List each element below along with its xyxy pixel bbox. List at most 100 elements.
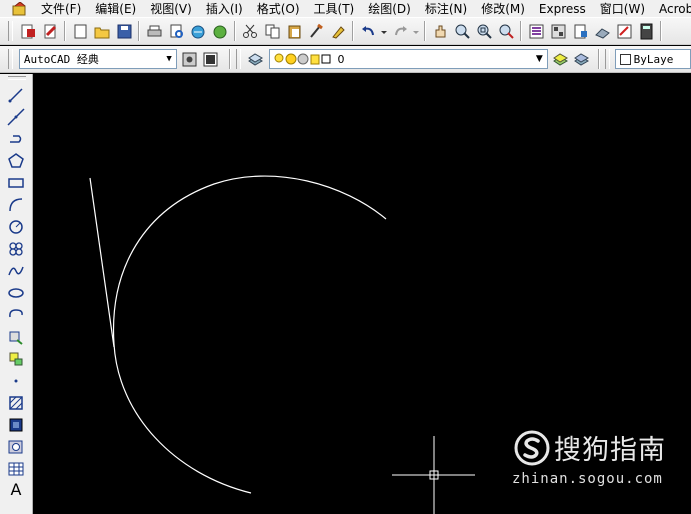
sheet-set-icon[interactable] bbox=[592, 21, 612, 41]
menu-draw[interactable]: 绘图(D) bbox=[361, 1, 418, 17]
plot-preview-icon[interactable] bbox=[166, 21, 186, 41]
calculator-icon[interactable] bbox=[636, 21, 656, 41]
menu-view[interactable]: 视图(V) bbox=[143, 1, 199, 17]
standard-toolbar bbox=[0, 17, 691, 45]
layer-state-icons bbox=[274, 53, 331, 65]
gradient-tool-icon[interactable] bbox=[6, 415, 26, 435]
color-control-dropdown[interactable]: ByLaye bbox=[614, 49, 691, 69]
toolbar-separator bbox=[597, 49, 600, 69]
table-tool-icon[interactable] bbox=[6, 459, 26, 479]
zoom-realtime-icon[interactable] bbox=[452, 21, 472, 41]
convert-pdf-icon[interactable] bbox=[18, 21, 38, 41]
publish-icon[interactable] bbox=[188, 21, 208, 41]
menu-modify[interactable]: 修改(M) bbox=[474, 1, 532, 17]
toolbar-grip[interactable] bbox=[8, 49, 13, 69]
ellipse-arc-tool-icon[interactable] bbox=[6, 305, 26, 325]
color-value: ByLaye bbox=[633, 52, 674, 66]
menu-bar: 文件(F) 编辑(E) 视图(V) 插入(I) 格式(O) 工具(T) 绘图(D… bbox=[0, 0, 691, 17]
redo-icon[interactable] bbox=[390, 21, 410, 41]
revision-cloud-icon[interactable] bbox=[6, 239, 26, 259]
toolbar-separator bbox=[352, 21, 354, 41]
properties-icon[interactable] bbox=[526, 21, 546, 41]
crosshair-cursor bbox=[392, 436, 475, 514]
pdf-settings-icon[interactable] bbox=[40, 21, 60, 41]
print-icon[interactable] bbox=[144, 21, 164, 41]
toolbar-separator bbox=[660, 21, 662, 41]
paste-icon[interactable] bbox=[284, 21, 304, 41]
toolbar-grip[interactable] bbox=[235, 49, 241, 69]
new-file-icon[interactable] bbox=[70, 21, 90, 41]
workspace-settings-icon[interactable] bbox=[180, 49, 199, 69]
menu-tools[interactable]: 工具(T) bbox=[307, 1, 362, 17]
workspace-value: AutoCAD 经典 bbox=[23, 53, 99, 66]
block-editor-icon[interactable] bbox=[328, 21, 348, 41]
color-swatch bbox=[619, 53, 631, 65]
menu-acrobat[interactable]: Acrobat 标 bbox=[652, 1, 691, 17]
undo-icon[interactable] bbox=[358, 21, 378, 41]
make-current-layer-icon[interactable] bbox=[551, 49, 570, 69]
region-tool-icon[interactable] bbox=[6, 437, 26, 457]
polygon-tool-icon[interactable] bbox=[6, 151, 26, 171]
toolbar-separator bbox=[228, 49, 231, 69]
toolbar-separator bbox=[64, 21, 66, 41]
ellipse-tool-icon[interactable] bbox=[6, 283, 26, 303]
layer-dropdown[interactable]: 0 ▼ bbox=[268, 49, 548, 69]
drawn-arc[interactable] bbox=[112, 175, 387, 494]
menu-express[interactable]: Express bbox=[532, 1, 593, 17]
undo-dropdown-icon[interactable] bbox=[380, 21, 388, 41]
multiline-text-tool[interactable]: A bbox=[6, 479, 26, 499]
toolbar-grip[interactable] bbox=[8, 76, 26, 80]
save-icon[interactable] bbox=[114, 21, 134, 41]
autocad-app-icon[interactable] bbox=[12, 0, 28, 16]
toolbar-separator bbox=[138, 21, 140, 41]
menu-insert[interactable]: 插入(I) bbox=[199, 1, 250, 17]
menu-file[interactable]: 文件(F) bbox=[34, 1, 88, 17]
toolbar-grip[interactable] bbox=[604, 49, 610, 69]
tool-palettes-icon[interactable] bbox=[570, 21, 590, 41]
rectangle-tool-icon[interactable] bbox=[6, 173, 26, 193]
layer-value: 0 bbox=[337, 52, 345, 66]
spline-tool-icon[interactable] bbox=[6, 261, 26, 281]
toolbar-grip[interactable] bbox=[8, 21, 13, 41]
my-workspace-icon[interactable] bbox=[201, 49, 220, 69]
toolbar-separator bbox=[520, 21, 522, 41]
sogou-logo-icon bbox=[514, 430, 550, 466]
redo-dropdown-icon[interactable] bbox=[412, 21, 420, 41]
draw-toolbar: A bbox=[0, 74, 33, 514]
pan-icon[interactable] bbox=[430, 21, 450, 41]
circle-tool-icon[interactable] bbox=[6, 217, 26, 237]
open-file-icon[interactable] bbox=[92, 21, 112, 41]
watermark-brand-text: 搜狗指南 bbox=[554, 435, 666, 466]
make-block-icon[interactable] bbox=[6, 349, 26, 369]
hatch-tool-icon[interactable] bbox=[6, 393, 26, 413]
menu-format[interactable]: 格式(O) bbox=[250, 1, 307, 17]
line-tool-icon[interactable] bbox=[6, 85, 26, 105]
arc-tool-icon[interactable] bbox=[6, 195, 26, 215]
chevron-down-icon: ▼ bbox=[166, 54, 172, 64]
menu-edit[interactable]: 编辑(E) bbox=[88, 1, 143, 17]
toolbar-separator bbox=[234, 21, 236, 41]
zoom-previous-icon[interactable] bbox=[496, 21, 516, 41]
workspaces-layers-toolbar: AutoCAD 经典 ▼ 0 ▼ ByLaye bbox=[0, 46, 691, 73]
design-center-icon[interactable] bbox=[548, 21, 568, 41]
insert-block-icon[interactable] bbox=[6, 327, 26, 347]
zoom-window-icon[interactable] bbox=[474, 21, 494, 41]
menu-dimension[interactable]: 标注(N) bbox=[418, 1, 474, 17]
toolbar-separator bbox=[424, 21, 426, 41]
layer-manager-icon[interactable] bbox=[246, 49, 265, 69]
menu-window[interactable]: 窗口(W) bbox=[593, 1, 652, 17]
polyline-tool-icon[interactable] bbox=[6, 129, 26, 149]
construction-line-icon[interactable] bbox=[6, 107, 26, 127]
3d-dwf-icon[interactable] bbox=[210, 21, 230, 41]
drawn-line[interactable] bbox=[89, 177, 115, 348]
markup-icon[interactable] bbox=[614, 21, 634, 41]
cut-icon[interactable] bbox=[240, 21, 260, 41]
layer-previous-icon[interactable] bbox=[572, 49, 591, 69]
sogou-watermark: 搜狗指南 bbox=[514, 428, 666, 467]
match-properties-icon[interactable] bbox=[306, 21, 326, 41]
copy-icon[interactable] bbox=[262, 21, 282, 41]
workspace-dropdown[interactable]: AutoCAD 经典 ▼ bbox=[18, 49, 177, 69]
chevron-down-icon: ▼ bbox=[535, 54, 543, 64]
watermark-url: zhinan.sogou.com bbox=[512, 471, 663, 487]
point-tool-icon[interactable] bbox=[6, 371, 26, 391]
